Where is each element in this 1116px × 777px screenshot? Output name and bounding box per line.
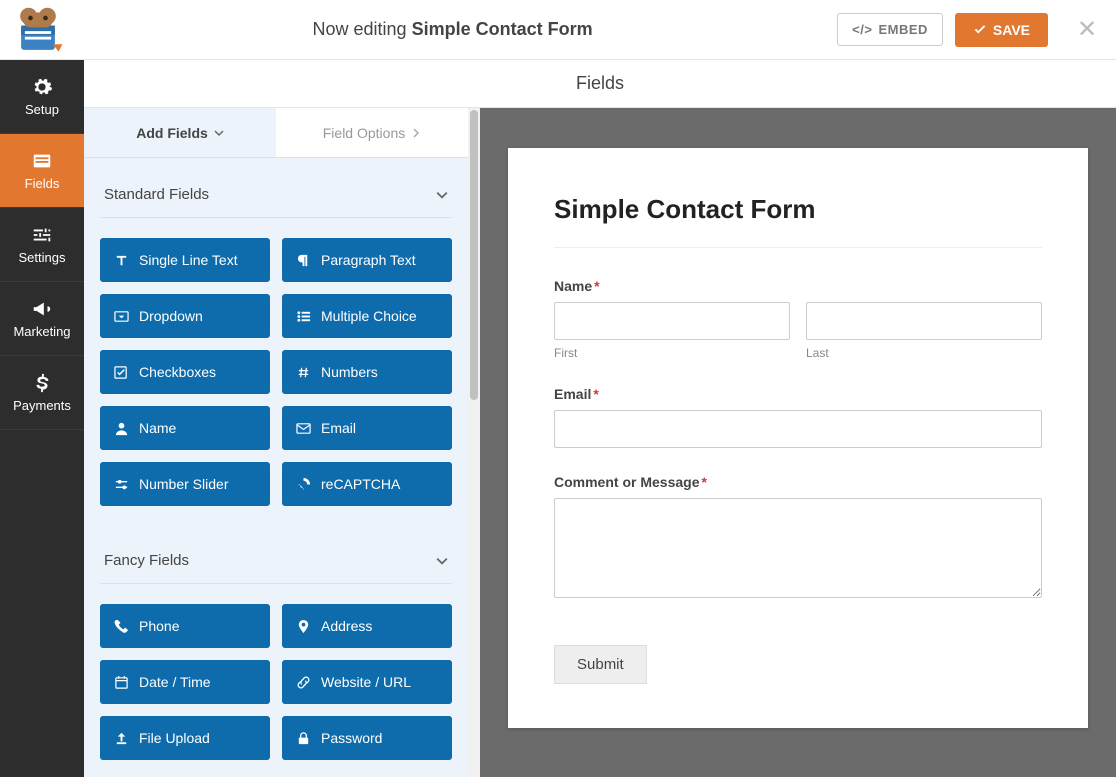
field-palette: Add Fields Field Options Standard Fields <box>84 108 468 777</box>
nav-label: Payments <box>13 398 71 413</box>
submit-button[interactable]: Submit <box>554 645 647 684</box>
nav-fields[interactable]: Fields <box>0 134 84 208</box>
first-name-input[interactable] <box>554 302 790 340</box>
nav-label: Marketing <box>13 324 70 339</box>
field-date-time[interactable]: Date / Time <box>100 660 270 704</box>
message-textarea[interactable] <box>554 498 1042 598</box>
nav-label: Setup <box>25 102 59 117</box>
field-paragraph-text[interactable]: Paragraph Text <box>282 238 452 282</box>
field-file-upload[interactable]: File Upload <box>100 716 270 760</box>
last-sublabel: Last <box>806 346 1042 360</box>
field-dropdown[interactable]: Dropdown <box>100 294 270 338</box>
close-icon[interactable]: ✕ <box>1060 15 1100 44</box>
nav-label: Fields <box>25 176 60 191</box>
top-bar: Now editing Simple Contact Form </> EMBE… <box>0 0 1116 60</box>
section-fancy-fields[interactable]: Fancy Fields <box>100 542 452 584</box>
field-checkboxes[interactable]: Checkboxes <box>100 350 270 394</box>
chevron-down-icon <box>436 555 448 567</box>
form-preview: Simple Contact Form Name* First Last <box>480 108 1116 777</box>
field-number-slider[interactable]: Number Slider <box>100 462 270 506</box>
check-icon <box>973 23 987 37</box>
form-icon <box>31 150 53 172</box>
sliders-icon <box>31 224 53 246</box>
message-label: Comment or Message* <box>554 474 1042 490</box>
chevron-right-icon <box>411 128 421 138</box>
page-title: Now editing Simple Contact Form <box>68 19 837 40</box>
dollar-icon <box>31 372 53 394</box>
first-sublabel: First <box>554 346 790 360</box>
tab-add-fields[interactable]: Add Fields <box>84 108 276 157</box>
save-button[interactable]: SAVE <box>955 13 1048 47</box>
section-standard-fields[interactable]: Standard Fields <box>100 176 452 218</box>
bullhorn-icon <box>31 298 53 320</box>
nav-settings[interactable]: Settings <box>0 208 84 282</box>
gear-icon <box>31 76 53 98</box>
field-address[interactable]: Address <box>282 604 452 648</box>
field-recaptcha[interactable]: reCAPTCHA <box>282 462 452 506</box>
field-numbers[interactable]: Numbers <box>282 350 452 394</box>
code-icon: </> <box>852 22 872 37</box>
nav-payments[interactable]: Payments <box>0 356 84 430</box>
nav-label: Settings <box>19 250 66 265</box>
form-title: Simple Contact Form <box>554 194 1042 248</box>
field-website-url[interactable]: Website / URL <box>282 660 452 704</box>
field-password[interactable]: Password <box>282 716 452 760</box>
app-logo <box>8 6 68 54</box>
field-name[interactable]: Name <box>100 406 270 450</box>
field-multiple-choice[interactable]: Multiple Choice <box>282 294 452 338</box>
name-label: Name* <box>554 278 1042 294</box>
email-input[interactable] <box>554 410 1042 448</box>
field-single-line-text[interactable]: Single Line Text <box>100 238 270 282</box>
last-name-input[interactable] <box>806 302 1042 340</box>
embed-button[interactable]: </> EMBED <box>837 13 943 46</box>
panel-title: Fields <box>84 60 1116 108</box>
chevron-down-icon <box>214 128 224 138</box>
left-nav: Setup Fields Settings Marketing Payments <box>0 60 84 777</box>
field-email[interactable]: Email <box>282 406 452 450</box>
chevron-down-icon <box>436 189 448 201</box>
field-phone[interactable]: Phone <box>100 604 270 648</box>
nav-marketing[interactable]: Marketing <box>0 282 84 356</box>
palette-scrollbar[interactable] <box>468 108 480 777</box>
nav-setup[interactable]: Setup <box>0 60 84 134</box>
tab-field-options[interactable]: Field Options <box>276 108 468 157</box>
email-label: Email* <box>554 386 1042 402</box>
